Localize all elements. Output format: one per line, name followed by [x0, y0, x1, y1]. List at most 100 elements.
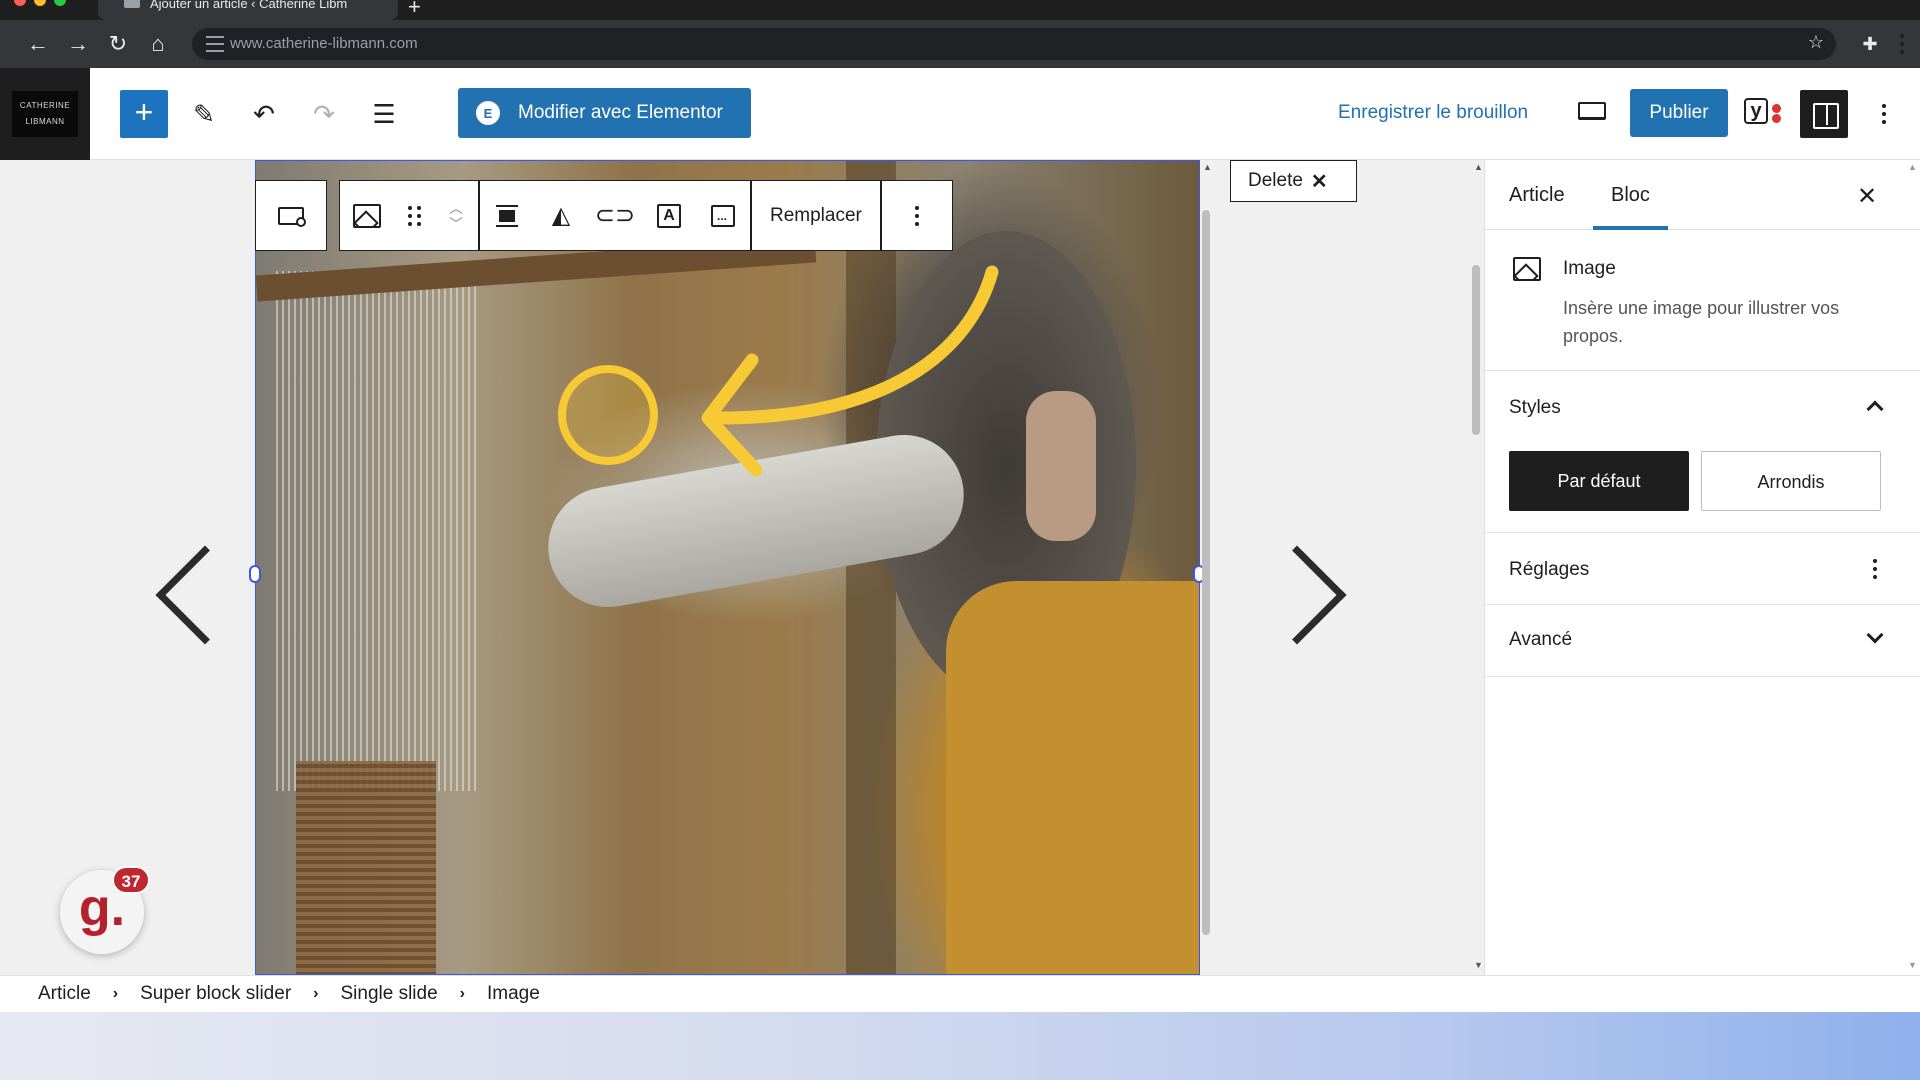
close-sidebar-button[interactable]: ✕: [1857, 182, 1877, 211]
reload-button[interactable]: ↻: [102, 28, 134, 60]
duotone-icon: ◭: [551, 202, 571, 229]
close-icon: ✕: [1310, 170, 1328, 193]
maximize-window-button[interactable]: [54, 0, 66, 6]
tab-article[interactable]: Article: [1509, 160, 1565, 230]
chevron-right-icon: ›: [112, 985, 119, 1002]
publish-button[interactable]: Publier: [1630, 89, 1728, 137]
arrow-left-icon: ←: [27, 31, 49, 56]
reload-icon: ↻: [108, 31, 128, 56]
star-icon[interactable]: ☆: [1808, 32, 1824, 53]
replace-group: Remplacer: [751, 180, 881, 251]
page-scroll-down-icon[interactable]: ▼: [1908, 960, 1917, 970]
slider-next-icon[interactable]: [1247, 545, 1347, 645]
preview-device-icon[interactable]: [1578, 102, 1606, 120]
more-vertical-icon[interactable]: [1863, 545, 1887, 593]
extensions-button[interactable]: ✚: [1854, 28, 1886, 60]
text-icon: A: [657, 203, 681, 228]
style-default-button[interactable]: Par défaut: [1509, 451, 1689, 511]
text-overlay-button[interactable]: A: [642, 180, 696, 251]
address-bar[interactable]: www.catherine-libmann.com ☆: [192, 28, 1836, 60]
image-icon: [1513, 257, 1541, 281]
yoast-icon: y: [1744, 98, 1768, 124]
block-type-button[interactable]: [340, 180, 394, 251]
canvas-scrollbar[interactable]: [1202, 210, 1210, 935]
link-button[interactable]: ⊂⊃: [588, 180, 642, 251]
style-rounded-button[interactable]: Arrondis: [1701, 451, 1881, 511]
breadcrumb-item-single-slide[interactable]: Single slide: [340, 983, 437, 1005]
select-parent-button[interactable]: [256, 180, 326, 251]
page-scroll-up-icon[interactable]: ▲: [1908, 162, 1917, 172]
close-window-button[interactable]: [14, 0, 26, 6]
more-vertical-icon: [905, 204, 929, 228]
slider-prev-icon[interactable]: [155, 545, 255, 645]
highlight-circle: [558, 365, 658, 465]
settings-panel: Réglages: [1485, 533, 1920, 605]
styles-panel-toggle[interactable]: Styles: [1509, 397, 1561, 419]
arrow-right-icon: →: [67, 31, 89, 56]
sidebar-scroll-down-icon[interactable]: ▼: [1474, 960, 1483, 970]
block-format-group: ◭ ⊂⊃ A: [479, 180, 751, 251]
redo-button[interactable]: ↷: [300, 90, 348, 138]
edit-with-elementor-button[interactable]: E Modifier avec Elementor: [458, 88, 751, 138]
align-button[interactable]: [480, 180, 534, 251]
chevron-right-icon: ›: [459, 985, 465, 1002]
caption-button[interactable]: [696, 180, 750, 251]
block-options-button[interactable]: [882, 180, 952, 251]
options-menu-button[interactable]: [1872, 90, 1896, 138]
chevron-down-icon[interactable]: [1866, 626, 1884, 644]
sidebar-scroll-up-icon[interactable]: ▲: [1474, 162, 1483, 172]
parent-block-group: [255, 180, 327, 251]
block-toolbar: ︿﹀ ◭ ⊂⊃ A Remplacer: [255, 180, 953, 251]
chevron-up-down-icon: ︿ ﹀: [449, 199, 463, 232]
browser-tab-title: Ajouter un article ‹ Catherine Libm: [150, 0, 348, 11]
site-info-icon[interactable]: [206, 36, 224, 52]
pencil-icon: ✎: [193, 98, 215, 129]
new-tab-button[interactable]: +: [408, 0, 421, 20]
link-icon: ⊂⊃: [594, 202, 636, 229]
replace-button[interactable]: Remplacer: [752, 180, 880, 251]
tools-button[interactable]: ✎: [180, 90, 228, 138]
advanced-panel: Avancé: [1485, 605, 1920, 677]
home-button[interactable]: ⌂: [142, 28, 174, 60]
breadcrumb-item-super-block-slider[interactable]: Super block slider: [140, 983, 291, 1005]
block-card-title: Image: [1563, 258, 1616, 279]
browser-menu-button[interactable]: [1890, 20, 1914, 68]
delete-label: Delete: [1248, 170, 1303, 191]
undo-button[interactable]: ↶: [240, 90, 288, 138]
browser-toolbar: ← → ↻ ⌂ www.catherine-libmann.com ☆ ✚: [0, 20, 1920, 68]
advanced-panel-toggle[interactable]: Avancé: [1509, 629, 1572, 651]
minimize-window-button[interactable]: [34, 0, 46, 6]
elementor-icon: E: [476, 101, 500, 125]
chevron-up-icon[interactable]: [1866, 400, 1884, 418]
save-draft-button[interactable]: Enregistrer le brouillon: [1338, 102, 1528, 124]
duotone-button[interactable]: ◭: [534, 180, 588, 251]
sidebar-scrollbar[interactable]: [1472, 265, 1480, 435]
settings-sidebar: Article Bloc ✕ Image Insère une image po…: [1484, 160, 1920, 975]
more-options-group: [880, 180, 953, 251]
move-buttons[interactable]: ︿ ﹀: [434, 180, 478, 251]
photo-weaving: [296, 761, 436, 974]
settings-sidebar-toggle[interactable]: [1800, 90, 1848, 138]
document-overview-button[interactable]: ☰: [360, 90, 408, 138]
canvas-scroll-up-icon[interactable]: ▲: [1203, 162, 1212, 172]
caption-icon: [711, 204, 735, 227]
breadcrumb-item-article[interactable]: Article: [38, 983, 91, 1005]
photo-loom-threads: [276, 271, 476, 791]
yoast-status-dot: [1772, 104, 1781, 113]
browser-tab[interactable]: Ajouter un article ‹ Catherine Libm: [98, 0, 398, 20]
sidebar-tabs: Article Bloc ✕: [1485, 160, 1920, 230]
tab-bloc[interactable]: Bloc: [1593, 160, 1668, 230]
drag-handle[interactable]: [394, 180, 434, 251]
site-logo: CATHERINE LIBMANN: [12, 91, 78, 137]
delete-slide-button[interactable]: Delete ✕: [1230, 160, 1357, 202]
settings-panel-toggle[interactable]: Réglages: [1509, 559, 1589, 581]
breadcrumb-item-image: Image: [486, 983, 540, 1004]
resize-handle-left[interactable]: [249, 565, 261, 583]
yoast-status-dot: [1772, 114, 1781, 123]
desktop-background: [0, 1012, 1920, 1080]
forward-button[interactable]: →: [62, 28, 94, 60]
add-block-button[interactable]: +: [120, 90, 168, 138]
back-button[interactable]: ←: [22, 28, 54, 60]
yoast-seo-button[interactable]: y: [1744, 98, 1784, 128]
site-logo-button[interactable]: CATHERINE LIBMANN: [0, 68, 90, 160]
